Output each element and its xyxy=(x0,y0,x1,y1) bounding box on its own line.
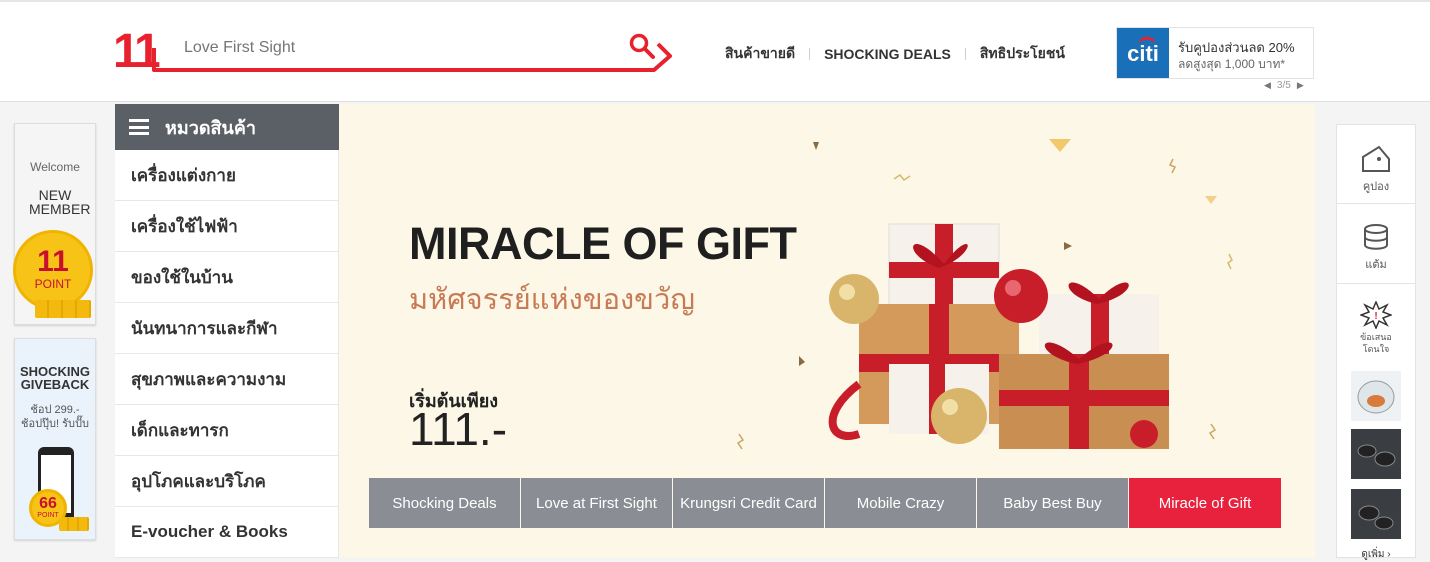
citi-logo: citi xyxy=(1117,28,1169,78)
top-navigation: สินค้าขายดี SHOCKING DEALS สิทธิประโยชน์ xyxy=(725,44,1065,64)
search-input[interactable] xyxy=(184,39,604,57)
point-coin: 11 POINT xyxy=(13,230,93,310)
offers-label-2: โดนใจ xyxy=(1362,344,1390,354)
prev-arrow-icon[interactable]: ◀ xyxy=(1264,80,1271,91)
coins-icon xyxy=(1364,224,1388,250)
pager-count: 3/5 xyxy=(1276,80,1291,91)
svg-text:!: ! xyxy=(1374,311,1377,322)
welcome-text: Welcome xyxy=(30,160,80,174)
tab-mobile-crazy[interactable]: Mobile Crazy xyxy=(825,478,977,528)
nav-shocking-deals[interactable]: SHOCKING DEALS xyxy=(824,46,951,62)
see-more-label: ดูเพิ่ม xyxy=(1361,549,1385,560)
menu-icon xyxy=(129,119,149,135)
category-item-electronics[interactable]: เครื่องใช้ไฟฟ้า xyxy=(115,201,339,252)
category-item-baby[interactable]: เด็กและทารก xyxy=(115,405,339,456)
category-title: หมวดสินค้า xyxy=(165,117,256,138)
category-item-consumer[interactable]: อุปโภคและบริโภค xyxy=(115,456,339,507)
giveback-title: SHOCKING GIVEBACK xyxy=(19,364,91,392)
see-more-link[interactable]: ดูเพิ่ม › xyxy=(1337,547,1415,562)
coin-stack xyxy=(59,517,89,531)
nav-benefits[interactable]: สิทธิประโยชน์ xyxy=(980,43,1065,65)
new-member-card[interactable]: Welcome NEW MEMBER 11 POINT xyxy=(13,123,96,325)
tab-shocking-deals[interactable]: Shocking Deals xyxy=(369,478,521,528)
burst-icon: ! xyxy=(1360,301,1392,329)
citi-arc-icon xyxy=(1138,37,1156,45)
search-button[interactable] xyxy=(628,32,658,62)
category-item-clothing[interactable]: เครื่องแต่งกาย xyxy=(115,150,339,201)
banner-title: MIRACLE OF GIFT xyxy=(409,218,797,269)
gift-boxes-image xyxy=(828,223,1169,449)
coupon-button[interactable]: คูปอง xyxy=(1337,143,1415,195)
cookware-image xyxy=(1358,505,1394,530)
nav-best-sellers[interactable]: สินค้าขายดี xyxy=(725,43,795,65)
giveback-number: 66 xyxy=(39,495,57,512)
divider xyxy=(1337,283,1415,284)
points-button[interactable]: แต้ม xyxy=(1337,223,1415,273)
banner-subtitle: มหัศจรรย์แห่งของขวัญ xyxy=(409,284,695,316)
offers-label-1: ข้อเสนอ xyxy=(1360,332,1392,342)
tab-love-at-first-sight[interactable]: Love at First Sight xyxy=(521,478,673,528)
header: 11 สินค้าขายดี SHOCKING DEALS สิทธิประโย… xyxy=(0,2,1430,102)
promo-banner[interactable]: citi รับคูปองส่วนลด 20% ลดสูงสุด 1,000 บ… xyxy=(1116,27,1314,79)
coupon-icon xyxy=(1362,145,1390,172)
giveback-sub-2: ช้อปปุ๊บ! รับปั๊บ xyxy=(21,418,89,430)
search-icon xyxy=(629,33,655,59)
promo-pager: ◀ 3/5 ▶ xyxy=(1264,80,1304,91)
promo-line-2: ลดสูงสุด 1,000 บาท* xyxy=(1178,57,1286,71)
point-number: 11 xyxy=(37,245,69,278)
product-thumbnail[interactable] xyxy=(1351,489,1401,539)
category-item-evoucher-books[interactable]: E-voucher & Books xyxy=(115,507,339,558)
hero-banner[interactable]: MIRACLE OF GIFT มหัศจรรย์แห่งของขวัญ เริ… xyxy=(339,104,1315,558)
points-label: แต้ม xyxy=(1365,259,1387,271)
tab-baby-best-buy[interactable]: Baby Best Buy xyxy=(977,478,1129,528)
banner-tabs: Shocking Deals Love at First Sight Krung… xyxy=(369,478,1281,528)
category-item-home[interactable]: ของใช้ในบ้าน xyxy=(115,252,339,303)
nav-separator xyxy=(809,48,811,60)
tab-krungsri-credit-card[interactable]: Krungsri Credit Card xyxy=(673,478,825,528)
coin-stack xyxy=(35,300,91,318)
next-arrow-icon[interactable]: ▶ xyxy=(1297,80,1304,91)
cookware-image xyxy=(1357,444,1396,467)
coupon-label: คูปอง xyxy=(1362,181,1390,193)
giveback-sub-1: ช้อป 299.- xyxy=(30,404,80,416)
banner-price: 111.- xyxy=(409,403,508,455)
shocking-giveback-card[interactable]: SHOCKING GIVEBACK ช้อป 299.- ช้อปปุ๊บ! ร… xyxy=(14,338,96,540)
product-thumbnail[interactable] xyxy=(1351,429,1401,479)
category-menu: หมวดสินค้า เครื่องแต่งกาย เครื่องใช้ไฟฟ้… xyxy=(115,104,339,558)
nav-separator xyxy=(964,48,966,60)
category-item-health-beauty[interactable]: สุขภาพและความงาม xyxy=(115,354,339,405)
fryer-image xyxy=(1357,380,1395,414)
new-member-text: NEW MEMBER xyxy=(29,187,91,217)
product-thumbnail[interactable] xyxy=(1351,371,1401,421)
divider xyxy=(1337,203,1415,204)
offers-button[interactable]: ! ข้อเสนอ โดนใจ xyxy=(1337,301,1415,355)
right-sidebar: คูปอง แต้ม ! ข้อเสนอ โดนใจ ดูเพิ่ม › xyxy=(1336,124,1416,560)
category-item-sports[interactable]: นันทนาการและกีฬา xyxy=(115,303,339,354)
point-label: POINT xyxy=(34,277,72,291)
category-header[interactable]: หมวดสินค้า xyxy=(115,104,339,150)
tab-miracle-of-gift[interactable]: Miracle of Gift xyxy=(1129,478,1281,528)
